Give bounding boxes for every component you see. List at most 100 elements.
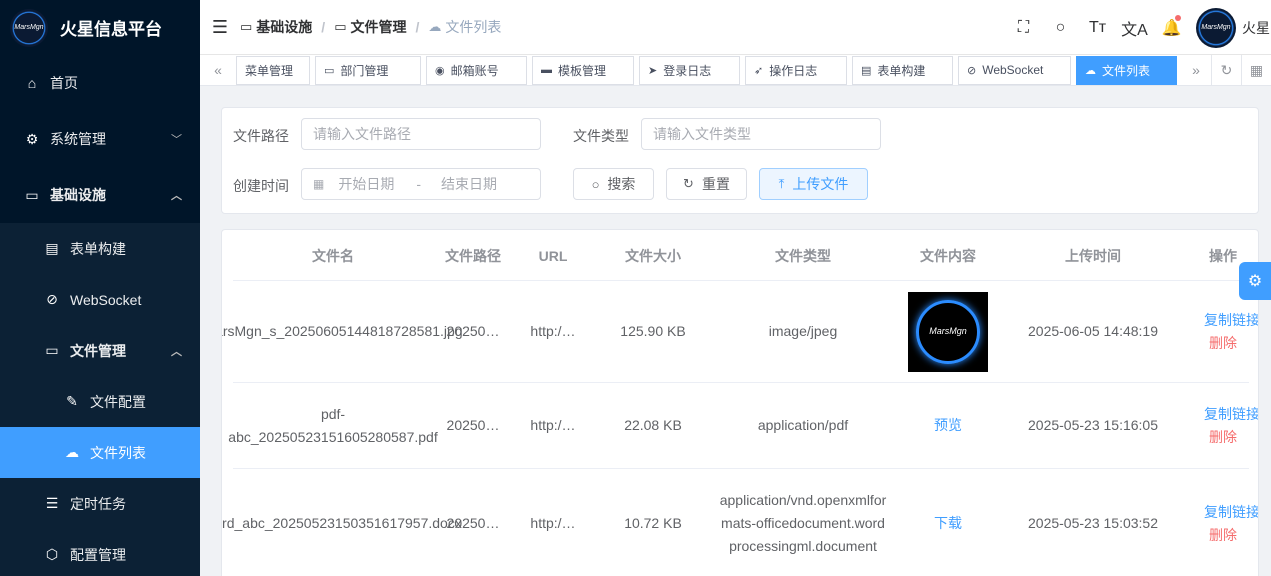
tag-websocket[interactable]: ⊘ WebSocket [958, 55, 1071, 85]
cell-url: http:/… [530, 515, 576, 531]
tag-form-build[interactable]: ▤ 表单构建 [852, 55, 953, 85]
cell-content: MarsMgn [893, 281, 1003, 382]
upload-button-label: 上传文件 [792, 176, 849, 192]
copy-link-button[interactable]: 复制链接 [1204, 309, 1258, 332]
tag-tools: » ↻ ▦ [1181, 55, 1271, 86]
copy-link-button[interactable]: 复制链接 [1204, 501, 1258, 524]
download-link[interactable]: 下载 [934, 512, 962, 535]
form-icon: ▤ [45, 240, 59, 256]
tag-label: 邮箱账号 [450, 63, 499, 78]
image-thumbnail[interactable]: MarsMgn [908, 291, 988, 372]
file-table: 文件名 文件路径 URL 文件大小 文件类型 文件内容 上传时间 操作 Mars… [221, 229, 1259, 576]
path-placeholder: 请输入文件路径 [313, 126, 411, 142]
tag-dept-manage[interactable]: ▭ 部门管理 [315, 55, 421, 85]
refresh-icon[interactable]: ↻ [1211, 55, 1241, 86]
start-date-placeholder[interactable]: 开始日期 [338, 174, 408, 194]
time-label: 创建时间 [233, 178, 289, 194]
sidebar-item-system[interactable]: ⚙ 系统管理 ﹀ [0, 111, 200, 167]
th-path: 文件路径 [445, 247, 501, 264]
template-icon: ▬ [541, 64, 552, 76]
navigation-icon: ➶ [754, 64, 764, 77]
form-icon: ▤ [861, 64, 872, 77]
delete-button[interactable]: 删除 [1209, 426, 1237, 449]
table-row: word_abc_20250523150351617957.docx 20250… [222, 469, 1258, 576]
date-range-picker[interactable]: ▦ 开始日期 - 结束日期 [301, 168, 541, 200]
home-icon: ⌂ [27, 75, 37, 91]
table-row: pdf-abc_20250523151605280587.pdf 20250… … [228, 383, 1258, 469]
chevron-up-icon: ︿ [171, 345, 182, 358]
path-label: 文件路径 [233, 128, 289, 144]
breadcrumb-item[interactable]: ▭ 文件管理 [334, 17, 406, 37]
bell-icon[interactable]: 🔔 [1153, 14, 1190, 38]
scroll-left-icon[interactable]: « [200, 62, 236, 78]
cell-time: 2025-05-23 15:16:05 [1028, 417, 1158, 433]
username[interactable]: 火星 [1242, 18, 1271, 38]
tag-label: 菜单管理 [245, 63, 294, 78]
breadcrumb-separator: / [321, 19, 326, 35]
settings-gear-icon[interactable]: ⚙ [1239, 262, 1271, 300]
folder-icon: ▭ [45, 342, 59, 358]
type-label: 文件类型 [573, 128, 629, 144]
sidebar-item-file-list[interactable]: ☁ 文件列表 [0, 427, 200, 478]
tag-label: 表单构建 [877, 63, 926, 78]
tag-login-log[interactable]: ➤ 登录日志 [639, 55, 740, 85]
copy-link-button[interactable]: 复制链接 [1204, 403, 1258, 426]
monitor-icon: ▭ [240, 19, 253, 34]
delete-button[interactable]: 删除 [1209, 524, 1237, 547]
avatar-text: MarsMgn [1201, 24, 1231, 31]
tag-operation-log[interactable]: ➶ 操作日志 [745, 55, 847, 85]
sidebar-item-config[interactable]: ⬡ 配置管理 [0, 529, 200, 576]
tag-label: 登录日志 [663, 63, 712, 78]
tag-menu-manage[interactable]: 菜单管理 [236, 55, 310, 85]
cell-path: 20250… [446, 323, 500, 339]
sidebar-item-websocket[interactable]: ⊘ WebSocket [0, 274, 200, 325]
search-icon: ○ [591, 176, 600, 192]
cloud-upload-icon: ☁ [428, 19, 442, 34]
scroll-right-icon[interactable]: » [1181, 55, 1211, 86]
upload-button[interactable]: ⤒ 上传文件 [759, 168, 868, 200]
sidebar-item-home[interactable]: ⌂ 首页 [0, 55, 200, 111]
tag-template-manage[interactable]: ▬ 模板管理 [532, 55, 634, 85]
end-date-placeholder[interactable]: 结束日期 [441, 174, 497, 194]
fullscreen-icon[interactable]: ⛶ [1005, 19, 1042, 37]
type-input[interactable]: 请输入文件类型 [641, 118, 881, 150]
grid-icon[interactable]: ▦ [1241, 55, 1271, 86]
tag-mail-account[interactable]: ◉ 邮箱账号 [426, 55, 527, 85]
sidebar-item-label: 定时任务 [70, 495, 126, 512]
config-icon: ⬡ [45, 546, 59, 562]
sidebar-item-scheduled-task[interactable]: ☰ 定时任务 [0, 478, 200, 529]
tag-label: 文件列表 [1102, 63, 1151, 78]
avatar[interactable]: MarsMgn [1196, 7, 1236, 48]
cell-size: 125.90 KB [620, 323, 686, 339]
breadcrumb: ▭ 基础设施 / ▭ 文件管理 / ☁ 文件列表 [240, 17, 501, 37]
gear-icon: ⚙ [25, 130, 39, 147]
breadcrumb-label: 基础设施 [256, 19, 313, 35]
cell-type: application/vnd.openxmlformats-officedoc… [719, 492, 887, 554]
breadcrumb-item[interactable]: ▭ 基础设施 [240, 17, 312, 37]
send-icon: ➤ [648, 64, 658, 77]
cell-content: 下载 [893, 469, 1003, 576]
sidebar-item-file-config[interactable]: ✎ 文件配置 [0, 376, 200, 427]
search-icon[interactable]: ○ [1042, 19, 1079, 37]
logo[interactable]: MarsMgn 火星信息平台 [0, 0, 200, 55]
refresh-icon: ↻ [683, 176, 694, 191]
delete-button[interactable]: 删除 [1209, 332, 1237, 355]
sidebar-item-file-manage[interactable]: ▭ 文件管理 ︿ [0, 325, 200, 376]
tag-file-list[interactable]: ☁ 文件列表 [1076, 55, 1177, 85]
th-type: 文件类型 [775, 247, 831, 264]
sidebar-item-form-build[interactable]: ▤ 表单构建 [0, 223, 200, 274]
path-input[interactable]: 请输入文件路径 [301, 118, 541, 150]
thumbnail-logo: MarsMgn [916, 299, 980, 364]
hamburger-icon[interactable]: ☰ [200, 17, 240, 38]
reset-button[interactable]: ↻ 重置 [666, 168, 747, 200]
translate-icon[interactable]: 文A [1116, 16, 1153, 40]
search-button[interactable]: ○ 搜索 [573, 168, 654, 200]
upload-icon: ⤒ [778, 176, 785, 191]
preview-link[interactable]: 预览 [934, 414, 962, 437]
cell-name: MarsMgn_s_20250605144818728581.jpg [221, 323, 463, 339]
font-size-icon[interactable]: Tт [1079, 19, 1116, 37]
search-form: 文件路径 请输入文件路径 文件类型 请输入文件类型 创建时间 ▦ 开始日期 - … [221, 107, 1259, 214]
cell-ops: 复制链接 删除 [1183, 469, 1258, 576]
tag-label: WebSocket [982, 63, 1044, 77]
sidebar-item-infra[interactable]: ▭ 基础设施 ︿ [0, 167, 200, 223]
